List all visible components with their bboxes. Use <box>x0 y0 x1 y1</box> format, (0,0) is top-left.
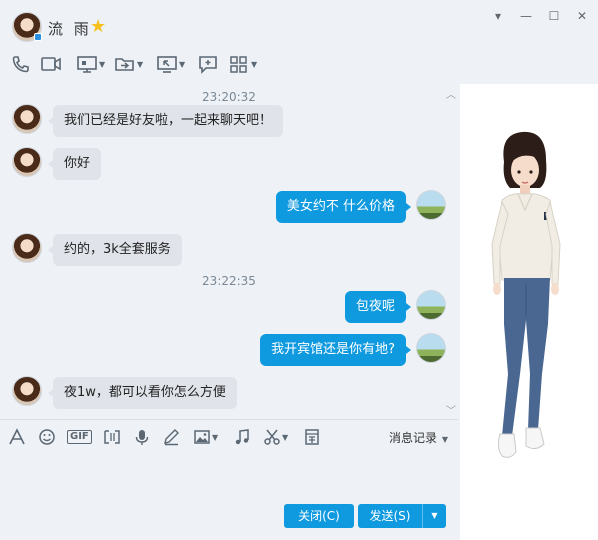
remote-desktop-button[interactable]: ▼ <box>156 52 185 76</box>
scissors-icon <box>264 429 280 445</box>
file-transfer-icon <box>115 58 134 71</box>
remote-desktop-icon <box>157 56 177 73</box>
message-bubble: 夜1w，都可以看你怎么方便 <box>48 377 237 409</box>
title-bar: 流 雨 ★ ▾ — ☐ ✕ <box>0 0 598 44</box>
window-controls: ▾ — ☐ ✕ <box>490 8 590 24</box>
music-icon <box>235 429 249 445</box>
close-window-button[interactable]: ✕ <box>574 8 590 24</box>
red-packet-button[interactable] <box>303 426 321 448</box>
divider <box>0 419 458 420</box>
screen-share-button[interactable]: ▼ <box>76 52 105 76</box>
note-icon <box>199 56 217 74</box>
message-bubble: 你好 <box>47 148 102 180</box>
image-button[interactable]: ▼ <box>193 426 218 448</box>
avatar-figure[interactable] <box>460 84 598 540</box>
self-avatar[interactable] <box>416 333 446 363</box>
contact-avatar[interactable] <box>12 376 42 406</box>
chevron-down-icon: ▼ <box>431 511 438 520</box>
message-history-button[interactable]: 消息记录 ▼ <box>389 429 448 446</box>
contact-avatar[interactable] <box>12 233 42 263</box>
font-icon <box>9 428 25 445</box>
smiley-icon <box>39 429 55 445</box>
send-options-button[interactable]: ▼ <box>422 504 446 528</box>
chevron-down-icon: ▼ <box>179 59 186 69</box>
apps-button[interactable]: ▼ <box>228 52 257 76</box>
message-history-label: 消息记录 <box>389 431 438 445</box>
close-button[interactable]: 关闭(C) <box>284 504 354 528</box>
star-icon: ★ <box>90 16 107 37</box>
red-packet-icon <box>305 429 319 445</box>
chevron-down-icon: ▼ <box>212 432 219 442</box>
message-bubble: 包夜呢 <box>344 291 412 323</box>
voice-button[interactable] <box>133 426 151 448</box>
gif-button[interactable]: GIF <box>67 426 92 448</box>
timestamp: 23:22:35 <box>202 274 256 288</box>
minimize-button[interactable]: — <box>518 8 534 24</box>
pencil-icon <box>164 429 179 446</box>
screenshot-button[interactable] <box>103 426 121 448</box>
image-icon <box>194 430 210 444</box>
video-icon <box>41 57 61 71</box>
message-bubble: 约的，3k全套服务 <box>48 234 182 266</box>
file-transfer-button[interactable]: ▼ <box>114 52 143 76</box>
scroll-down-icon[interactable]: ﹀ <box>446 402 456 417</box>
show-panel <box>460 84 598 540</box>
message-bubble: 我们已经是好友啦，一起来聊天吧！ <box>47 105 284 137</box>
apps-icon <box>230 56 247 73</box>
chevron-down-icon: ▼ <box>99 59 106 69</box>
music-button[interactable] <box>233 426 251 448</box>
timestamp: 23:20:32 <box>202 90 256 104</box>
screenshot-icon <box>104 430 120 444</box>
send-button[interactable]: 发送(S) <box>358 504 422 528</box>
self-avatar[interactable] <box>416 290 446 320</box>
maximize-button[interactable]: ☐ <box>546 8 562 24</box>
chevron-down-icon: ▼ <box>251 59 258 69</box>
chat-history[interactable]: ︿ 23:20:32 我们已经是好友啦，一起来聊天吧！ 你好 美女约不 什么价格… <box>0 84 458 418</box>
handwriting-button[interactable] <box>162 426 180 448</box>
contact-avatar[interactable] <box>12 147 42 177</box>
chevron-down-icon: ▼ <box>282 432 289 442</box>
dropdown-button[interactable]: ▾ <box>490 8 506 24</box>
chevron-down-icon: ▼ <box>137 59 144 69</box>
font-button[interactable] <box>8 426 26 448</box>
contact-name[interactable]: 流 雨 <box>48 18 92 39</box>
microphone-icon <box>135 430 149 445</box>
video-call-button[interactable] <box>40 52 62 76</box>
message-input[interactable] <box>0 452 458 498</box>
chevron-down-icon: ▼ <box>441 435 448 444</box>
phone-button[interactable] <box>10 52 32 76</box>
self-avatar[interactable] <box>416 190 446 220</box>
emoji-button[interactable] <box>38 426 56 448</box>
note-button[interactable] <box>197 52 219 76</box>
screen-share-icon <box>77 56 97 73</box>
message-bubble: 我开宾馆还是你有地? <box>260 334 411 366</box>
phone-icon <box>12 56 29 73</box>
message-bubble: 美女约不 什么价格 <box>275 191 412 223</box>
device-status-icon <box>34 33 42 41</box>
gif-icon: GIF <box>67 430 92 444</box>
screen-capture-button[interactable]: ▼ <box>263 426 288 448</box>
contact-avatar[interactable] <box>12 104 42 134</box>
